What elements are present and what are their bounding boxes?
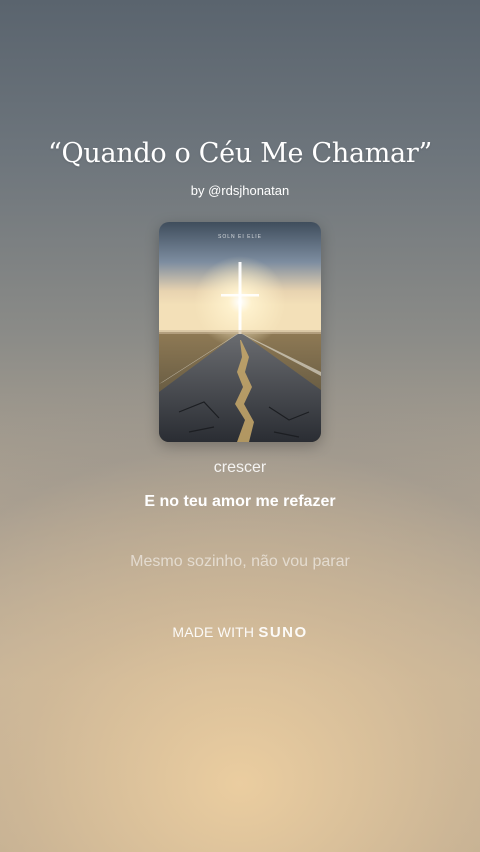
cover-caption: SOLN EI ELIE (218, 234, 262, 240)
cover-artwork (159, 222, 321, 442)
lyric-line-next: Mesmo sozinho, não vou parar (130, 553, 350, 570)
song-title: “Quando o Céu Me Chamar” (48, 138, 432, 169)
lyric-line-current: E no teu amor me refazer (144, 493, 336, 510)
lyric-line-previous: crescer (213, 459, 267, 476)
suno-logo: SUNO (258, 624, 308, 641)
lyric-screen: “Quando o Céu Me Chamar” by @rdsjhonatan (0, 0, 480, 852)
made-with-suno-link[interactable]: MADE WITH SUNO (0, 624, 480, 641)
made-with-label: MADE WITH (172, 624, 255, 640)
artist-byline[interactable]: by @rdsjhonatan (0, 183, 480, 198)
album-cover[interactable]: SOLN EI ELIE (159, 222, 321, 442)
